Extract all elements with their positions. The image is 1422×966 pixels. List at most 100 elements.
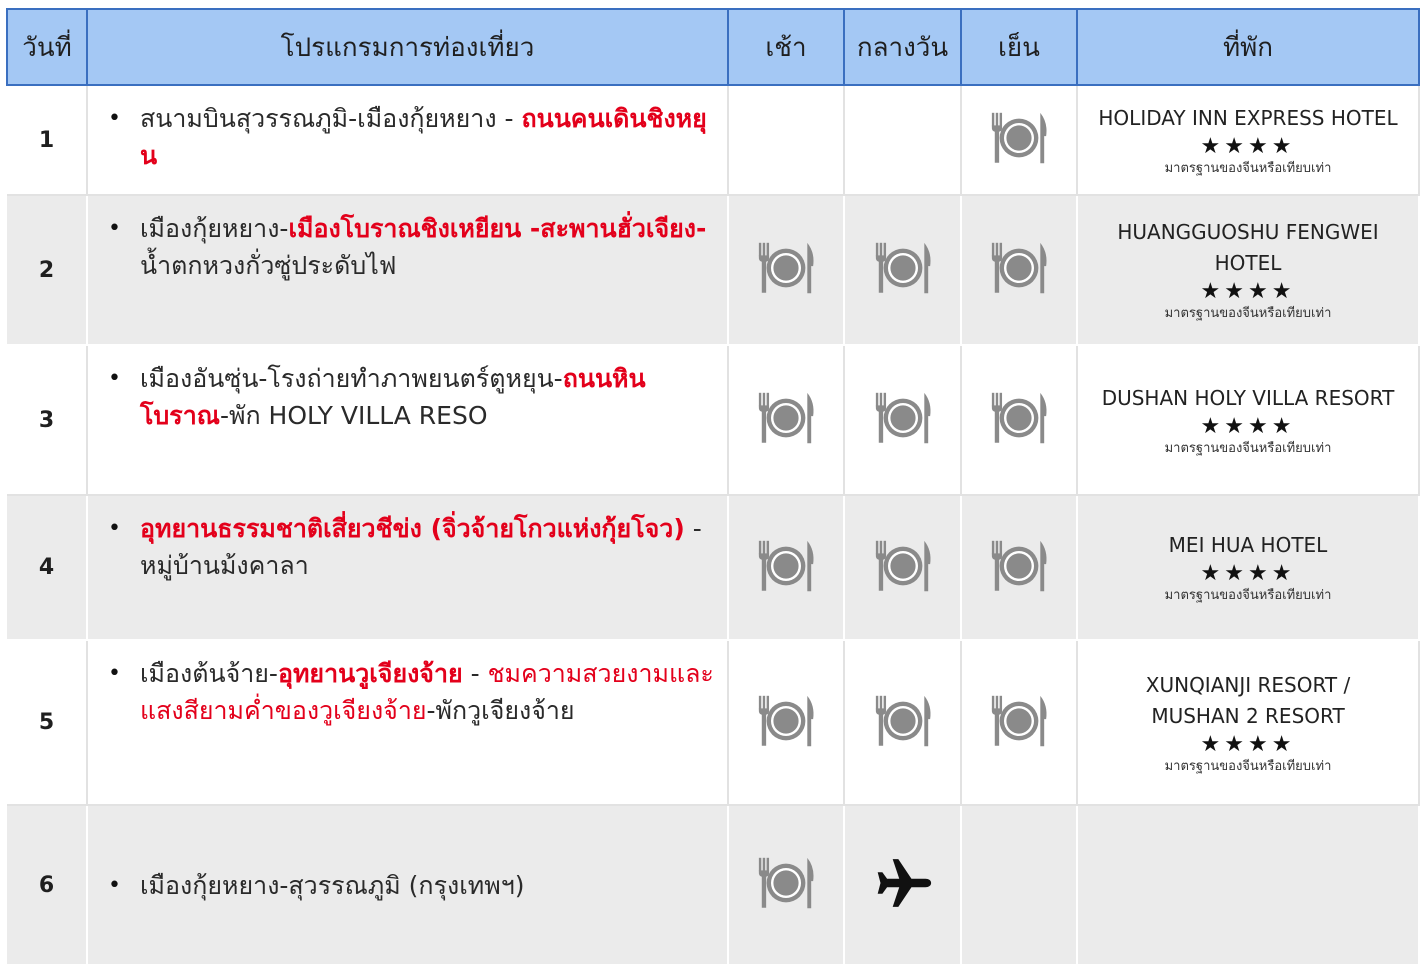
- lunch-cell: [844, 195, 962, 346]
- breakfast-cell: [728, 495, 845, 641]
- plate-fork-knife-icon: [988, 387, 1050, 449]
- plate-fork-knife-icon: [755, 387, 817, 449]
- plate-fork-knife-icon: [872, 535, 934, 597]
- table-row: 2 • เมืองกุ้ยหยาง-เมืองโบราณชิงเหยียน -สะพ…: [7, 195, 1420, 346]
- lunch-cell: [844, 85, 962, 196]
- star-rating: ★★★★: [1200, 413, 1296, 439]
- itinerary-body: 1 • สนามบินสุวรรณภูมิ-เมืองกุ้ยหยาง - ถนนค…: [7, 85, 1420, 966]
- program-text: เมืองกุ้ยหยาง-เมืองโบราณชิงเหยียน -สะพาน…: [140, 210, 717, 284]
- table-row: 3 • เมืองอันซุ่น-โรงถ่ายทำภาพยนตร์ตูหยุน-ถ…: [7, 345, 1420, 496]
- plate-fork-knife-icon: [872, 237, 934, 299]
- hotel-name: XUNQIANJI RESORT /: [1145, 672, 1351, 697]
- bullet-icon: •: [108, 366, 121, 391]
- program-segment: -: [462, 659, 488, 688]
- day-number: 4: [38, 555, 55, 580]
- dinner-cell: [961, 805, 1078, 966]
- bullet-icon: •: [108, 216, 121, 241]
- header-hotel: ที่พัก: [1077, 8, 1420, 86]
- header-lunch: กลางวัน: [844, 8, 962, 86]
- bullet-icon: •: [108, 661, 121, 686]
- plate-fork-knife-icon: [988, 690, 1050, 752]
- program-cell: • อุทยานธรรมชาติเสี่ยวชีข่ง (จิ่วจ้ายโกวแ…: [87, 495, 729, 641]
- hotel-name: MEI HUA HOTEL: [1168, 533, 1328, 557]
- plate-fork-knife-icon: [755, 237, 817, 299]
- program-cell: • สนามบินสุวรรณภูมิ-เมืองกุ้ยหยาง - ถนนคน…: [87, 85, 729, 196]
- dinner-cell: [961, 195, 1078, 346]
- hotel-name: DUSHAN HOLY VILLA RESORT: [1101, 385, 1395, 410]
- hotel-cell: DUSHAN HOLY VILLA RESORT ★★★★ มาตรฐานของจี…: [1077, 345, 1420, 496]
- breakfast-cell: [728, 195, 845, 346]
- day-number: 5: [38, 710, 55, 735]
- table-row: 6 • เมืองกุ้ยหยาง-สุวรรณภูมิ (กรุงเทพฯ): [7, 805, 1420, 966]
- program-text: เมืองกุ้ยหยาง-สุวรรณภูมิ (กรุงเทพฯ): [140, 867, 525, 904]
- program-highlight: อุทยานธรรมชาติเสี่ยวชีข่ง (จิ่วจ้ายโกวแห…: [140, 514, 685, 543]
- plate-fork-knife-icon: [755, 852, 817, 914]
- program-segment: -พักวูเจียงจ้าย: [426, 696, 575, 725]
- program-cell: • เมืองกุ้ยหยาง-เมืองโบราณชิงเหยียน -สะพา…: [87, 195, 729, 346]
- lunch-cell: [844, 805, 962, 966]
- hotel-name: HOTEL: [1214, 251, 1282, 275]
- hotel-cell: HUANGGUOSHU FENGWEI HOTEL ★★★★ มาตรฐานของจี…: [1077, 195, 1420, 346]
- lunch-cell: [844, 495, 962, 641]
- program-item: • เมืองกุ้ยหยาง-สุวรรณภูมิ (กรุงเทพฯ): [108, 867, 717, 904]
- hotel-standard-note: มาตรฐานของจีนหรือเทียบเท่า: [1164, 160, 1332, 176]
- program-item: • อุทยานธรรมชาติเสี่ยวชีข่ง (จิ่วจ้ายโกวแ…: [108, 510, 717, 584]
- itinerary-table: วันที่ โปรแกรมการท่องเที่ยว เช้า กลางวัน…: [6, 8, 1420, 966]
- plate-fork-knife-icon: [988, 535, 1050, 597]
- header-row: วันที่ โปรแกรมการท่องเที่ยว เช้า กลางวัน…: [6, 8, 1420, 86]
- dinner-cell: [961, 495, 1078, 641]
- star-rating: ★★★★: [1200, 731, 1296, 757]
- day-number: 1: [38, 127, 55, 153]
- hotel-cell: [1077, 805, 1420, 966]
- day-cell: 4: [7, 495, 88, 641]
- program-text: อุทยานธรรมชาติเสี่ยวชีข่ง (จิ่วจ้ายโกวแห…: [140, 510, 717, 584]
- program-text: เมืองอันซุ่น-โรงถ่ายทำภาพยนตร์ตูหยุน-ถนน…: [140, 360, 717, 434]
- plate-fork-knife-icon: [988, 107, 1050, 169]
- hotel-standard-note: มาตรฐานของจีนหรือเทียบเท่า: [1164, 758, 1332, 774]
- hotel-name: HUANGGUOSHU FENGWEI: [1117, 220, 1379, 244]
- program-segment: เมืองอันซุ่น-โรงถ่ายทำภาพยนตร์ตูหยุน-: [140, 364, 563, 393]
- plate-fork-knife-icon: [755, 535, 817, 597]
- star-rating: ★★★★: [1200, 561, 1296, 586]
- star-rating: ★★★★: [1200, 279, 1296, 304]
- program-item: • เมืองกุ้ยหยาง-เมืองโบราณชิงเหยียน -สะพา…: [108, 210, 717, 284]
- day-cell: 3: [7, 345, 88, 496]
- bullet-icon: •: [108, 872, 121, 898]
- day-number: 2: [38, 257, 55, 283]
- bullet-icon: •: [108, 516, 121, 541]
- breakfast-cell: [728, 345, 845, 496]
- program-item: • สนามบินสุวรรณภูมิ-เมืองกุ้ยหยาง - ถนนคน…: [108, 100, 717, 174]
- day-number: 3: [38, 407, 55, 433]
- lunch-cell: [844, 345, 962, 496]
- hotel-standard-note: มาตรฐานของจีนหรือเทียบเท่า: [1164, 588, 1332, 603]
- program-segment: เมืองกุ้ยหยาง-: [140, 214, 289, 243]
- program-segment: เมืองต้นจ้าย-: [140, 659, 278, 688]
- program-cell: • เมืองกุ้ยหยาง-สุวรรณภูมิ (กรุงเทพฯ): [87, 805, 729, 966]
- dinner-cell: [961, 85, 1078, 196]
- program-highlight: อุทยานวูเจียงจ้าย: [277, 659, 463, 688]
- hotel-standard-note: มาตรฐานของจีนหรือเทียบเท่า: [1164, 440, 1332, 456]
- hotel-cell: MEI HUA HOTEL ★★★★ มาตรฐานของจีนหรือเทียบเ…: [1077, 495, 1420, 641]
- breakfast-cell: [728, 85, 845, 196]
- program-segment: สนามบินสุวรรณภูมิ-เมืองกุ้ยหยาง -: [140, 104, 522, 133]
- program-cell: • เมืองอันซุ่น-โรงถ่ายทำภาพยนตร์ตูหยุน-ถน…: [87, 345, 729, 496]
- header-dinner: เย็น: [961, 8, 1078, 86]
- header-program: โปรแกรมการท่องเที่ยว: [87, 8, 729, 86]
- program-segment: -พัก HOLY VILLA RESO: [219, 401, 488, 430]
- breakfast-cell: [728, 805, 845, 966]
- plate-fork-knife-icon: [872, 387, 934, 449]
- airplane-icon: [873, 853, 933, 913]
- program-item: • เมืองอันซุ่น-โรงถ่ายทำภาพยนตร์ตูหยุน-ถน…: [108, 360, 717, 434]
- program-text: สนามบินสุวรรณภูมิ-เมืองกุ้ยหยาง - ถนนคนเ…: [140, 100, 717, 174]
- breakfast-cell: [728, 640, 845, 806]
- day-number: 6: [38, 872, 55, 898]
- program-segment: เมืองกุ้ยหยาง-สุวรรณภูมิ (กรุงเทพฯ): [140, 870, 525, 900]
- dinner-cell: [961, 640, 1078, 806]
- hotel-cell: HOLIDAY INN EXPRESS HOTEL ★★★★ มาตรฐานของจ…: [1077, 85, 1420, 196]
- header-day: วันที่: [6, 8, 88, 86]
- hotel-standard-note: มาตรฐานของจีนหรือเทียบเท่า: [1164, 306, 1332, 321]
- header-breakfast: เช้า: [728, 8, 845, 86]
- table-row: 5 • เมืองต้นจ้าย-อุทยานวูเจียงจ้าย - ชมควา…: [7, 640, 1420, 806]
- plate-fork-knife-icon: [872, 690, 934, 752]
- plate-fork-knife-icon: [988, 237, 1050, 299]
